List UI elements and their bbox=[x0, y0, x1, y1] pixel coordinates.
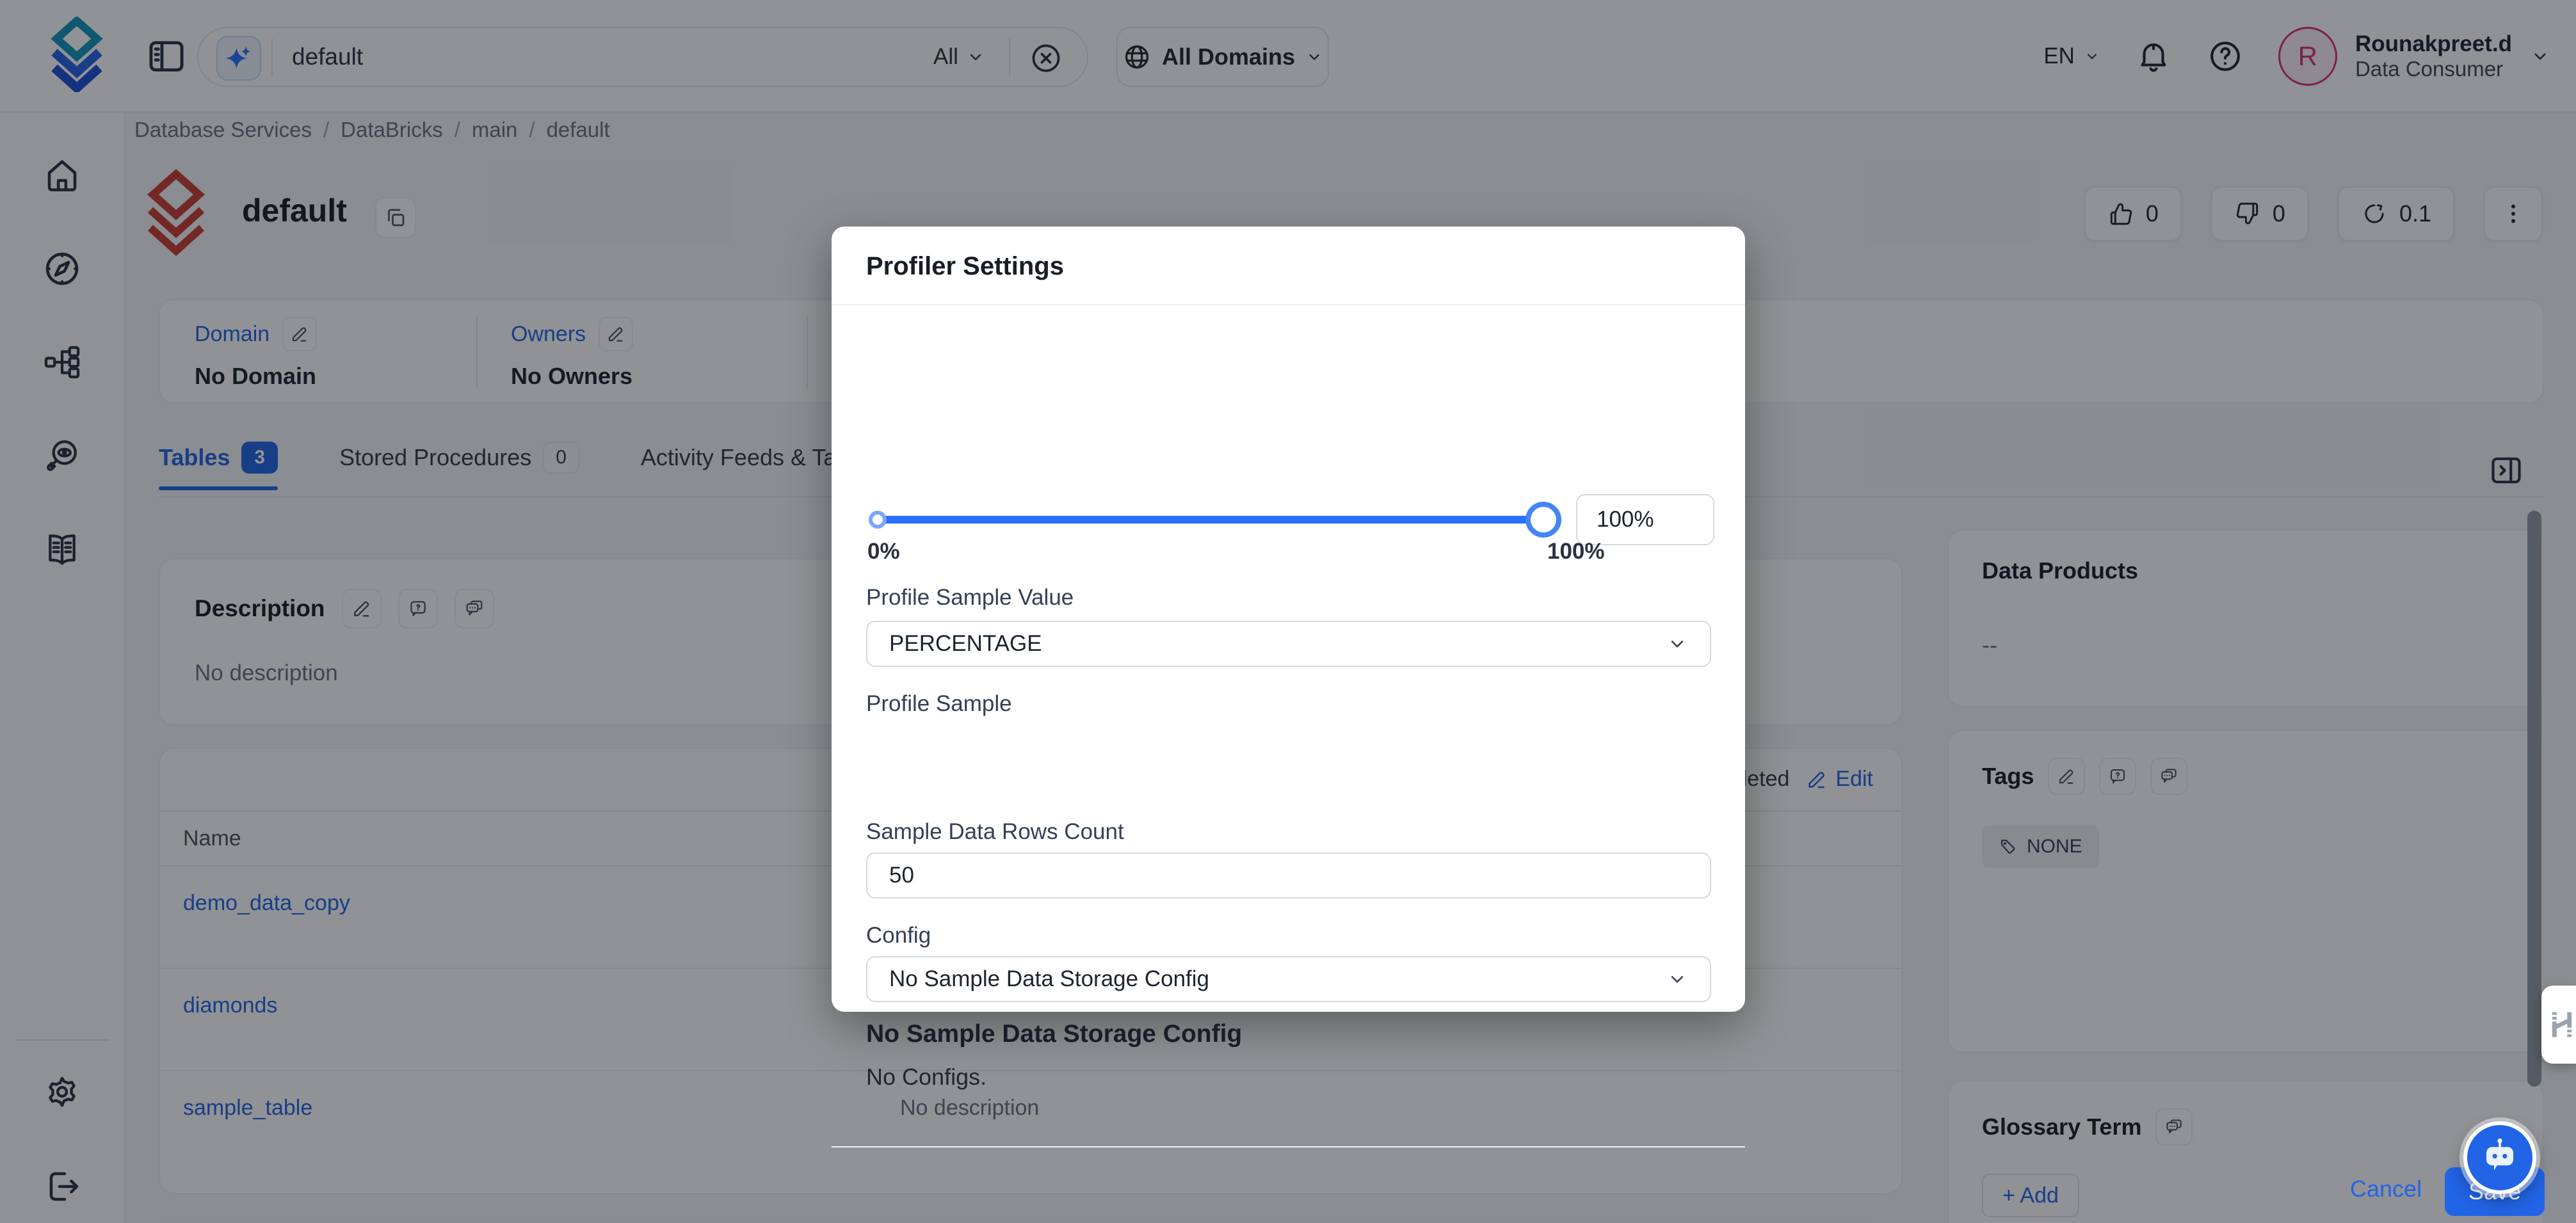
slider-handle[interactable] bbox=[1525, 502, 1561, 538]
no-config-heading: No Sample Data Storage Config bbox=[866, 1020, 1242, 1048]
rows-count-label: Sample Data Rows Count bbox=[866, 819, 1124, 845]
profiler-settings-modal: Profiler Settings Profile Sample Value P… bbox=[832, 227, 1745, 1012]
modal-title: Profiler Settings bbox=[866, 252, 1064, 281]
slider-max-label: 100% bbox=[1547, 539, 1605, 564]
side-tab-logo bbox=[2545, 1008, 2576, 1041]
profile-sample-slider[interactable] bbox=[871, 516, 1545, 524]
chatbot-button[interactable] bbox=[2463, 1121, 2536, 1194]
profile-sample-value-selected: PERCENTAGE bbox=[889, 631, 1042, 657]
profile-sample-value-select[interactable]: PERCENTAGE bbox=[866, 621, 1711, 667]
cancel-button[interactable]: Cancel bbox=[2350, 1176, 2422, 1203]
config-select[interactable]: No Sample Data Storage Config bbox=[866, 956, 1711, 1002]
modal-header-divider bbox=[832, 304, 1745, 305]
config-label: Config bbox=[866, 923, 931, 948]
app-root: All All Domains EN bbox=[0, 0, 2576, 1223]
robot-icon bbox=[2477, 1135, 2523, 1181]
feedback-side-tab[interactable] bbox=[2541, 986, 2576, 1064]
profile-sample-label: Profile Sample bbox=[866, 691, 1012, 717]
no-config-text: No Configs. bbox=[866, 1064, 986, 1091]
profile-sample-value-label: Profile Sample Value bbox=[866, 585, 1074, 611]
slider-min-label: 0% bbox=[867, 539, 900, 564]
config-selected: No Sample Data Storage Config bbox=[889, 966, 1209, 992]
chevron-down-icon bbox=[1666, 633, 1688, 655]
slider-start-dot bbox=[869, 511, 887, 529]
chevron-down-icon bbox=[1666, 968, 1688, 990]
profile-sample-percent-input[interactable] bbox=[1576, 494, 1714, 545]
modal-footer-divider bbox=[832, 1146, 1745, 1147]
rows-count-input[interactable] bbox=[866, 852, 1711, 899]
